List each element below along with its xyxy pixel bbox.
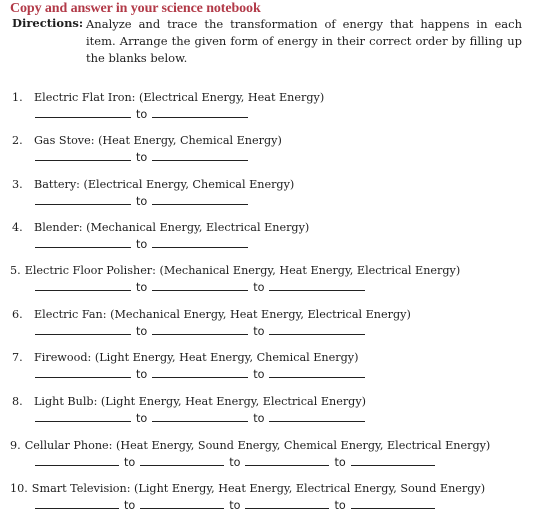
question-number: 4. (12, 221, 23, 234)
worksheet-heading: Copy and answer in your science notebook (10, 1, 261, 16)
answer-blank[interactable] (35, 194, 131, 205)
answer-blank[interactable] (35, 367, 131, 378)
answer-blank[interactable] (152, 411, 249, 422)
answer-blank[interactable] (245, 455, 330, 466)
question-number: 1. (12, 91, 23, 104)
connector-to: to (136, 195, 148, 208)
answer-blanks-row: to (35, 194, 249, 208)
connector-to: to (136, 325, 148, 338)
question-item: 10. Smart Television: (Light Energy, Heat… (10, 482, 485, 495)
answer-blank[interactable] (269, 411, 366, 422)
connector-to: to (136, 281, 148, 294)
answer-blank[interactable] (35, 237, 131, 248)
connector-to: to (334, 456, 346, 469)
answer-blank[interactable] (350, 498, 435, 509)
answer-blank[interactable] (35, 107, 131, 118)
answer-blank[interactable] (152, 237, 249, 248)
answer-blanks-row: to to to (35, 498, 435, 512)
question-number: 2. (12, 134, 23, 147)
question-item: 9. Cellular Phone: (Heat Energy, Sound En… (10, 439, 490, 452)
connector-to: to (136, 368, 148, 381)
answer-blanks-row: to (35, 150, 249, 164)
question-item: 4. Blender: (Mechanical Energy, Electrica… (12, 221, 309, 234)
answer-blank[interactable] (269, 367, 366, 378)
answer-blank[interactable] (152, 150, 249, 161)
connector-to: to (136, 412, 148, 425)
answer-blank[interactable] (35, 455, 119, 466)
answer-blank[interactable] (35, 280, 131, 291)
connector-to: to (136, 108, 148, 121)
answer-blank[interactable] (152, 367, 249, 378)
directions-label: Directions: (12, 16, 84, 30)
connector-to: to (253, 325, 265, 338)
question-text: Battery: (Electrical Energy, Chemical En… (34, 178, 295, 191)
question-text: Firewood: (Light Energy, Heat Energy, Ch… (34, 351, 359, 364)
answer-blank[interactable] (350, 455, 435, 466)
question-item: 1. Electric Flat Iron: (Electrical Energy… (12, 91, 324, 104)
question-text: Cellular Phone: (Heat Energy, Sound Ener… (24, 439, 491, 452)
connector-to: to (229, 499, 241, 512)
question-text: Electric Floor Polisher: (Mechanical Ene… (24, 264, 461, 277)
question-text: Light Bulb: (Light Energy, Heat Energy, … (34, 395, 367, 408)
question-item: 2. Gas Stove: (Heat Energy, Chemical Ener… (12, 134, 282, 147)
question-text: Gas Stove: (Heat Energy, Chemical Energy… (34, 134, 282, 147)
question-item: 5. Electric Floor Polisher: (Mechanical E… (10, 264, 460, 277)
answer-blank[interactable] (152, 280, 249, 291)
question-text: Smart Television: (Light Energy, Heat En… (31, 482, 486, 495)
answer-blank[interactable] (269, 324, 366, 335)
question-item: 7. Firewood: (Light Energy, Heat Energy, … (12, 351, 358, 364)
question-number: 7. (12, 351, 23, 364)
answer-blanks-row: to to to (35, 455, 435, 469)
answer-blank[interactable] (140, 455, 225, 466)
directions-text: Analyze and trace the transformation of … (86, 17, 522, 65)
answer-blanks-row: to (35, 237, 249, 251)
answer-blank[interactable] (35, 411, 131, 422)
connector-to: to (124, 456, 136, 469)
connector-to: to (253, 412, 265, 425)
question-number: 6. (12, 308, 23, 321)
question-number: 9. (10, 439, 21, 452)
question-number: 10. (10, 482, 28, 495)
answer-blank[interactable] (269, 280, 366, 291)
answer-blank[interactable] (35, 498, 119, 509)
question-item: 3. Battery: (Electrical Energy, Chemical … (12, 178, 294, 191)
answer-blanks-row: to to (35, 411, 366, 425)
answer-blank[interactable] (152, 107, 249, 118)
question-number: 8. (12, 395, 23, 408)
connector-to: to (136, 238, 148, 251)
connector-to: to (253, 368, 265, 381)
answer-blanks-row: to to (35, 280, 366, 294)
question-text: Blender: (Mechanical Energy, Electrical … (34, 221, 310, 234)
answer-blanks-row: to (35, 107, 249, 121)
answer-blank[interactable] (152, 194, 249, 205)
answer-blank[interactable] (35, 150, 131, 161)
question-item: 8. Light Bulb: (Light Energy, Heat Energy… (12, 395, 366, 408)
question-number: 3. (12, 178, 23, 191)
answer-blank[interactable] (35, 324, 131, 335)
connector-to: to (334, 499, 346, 512)
connector-to: to (253, 281, 265, 294)
question-number: 5. (10, 264, 21, 277)
answer-blank[interactable] (140, 498, 225, 509)
answer-blanks-row: to to (35, 367, 366, 381)
question-item: 6. Electric Fan: (Mechanical Energy, Heat… (12, 308, 411, 321)
answer-blank[interactable] (245, 498, 330, 509)
question-text: Electric Fan: (Mechanical Energy, Heat E… (34, 308, 411, 321)
answer-blank[interactable] (152, 324, 249, 335)
connector-to: to (136, 151, 148, 164)
connector-to: to (124, 499, 136, 512)
connector-to: to (229, 456, 241, 469)
answer-blanks-row: to to (35, 324, 366, 338)
question-text: Electric Flat Iron: (Electrical Energy, … (34, 91, 325, 104)
